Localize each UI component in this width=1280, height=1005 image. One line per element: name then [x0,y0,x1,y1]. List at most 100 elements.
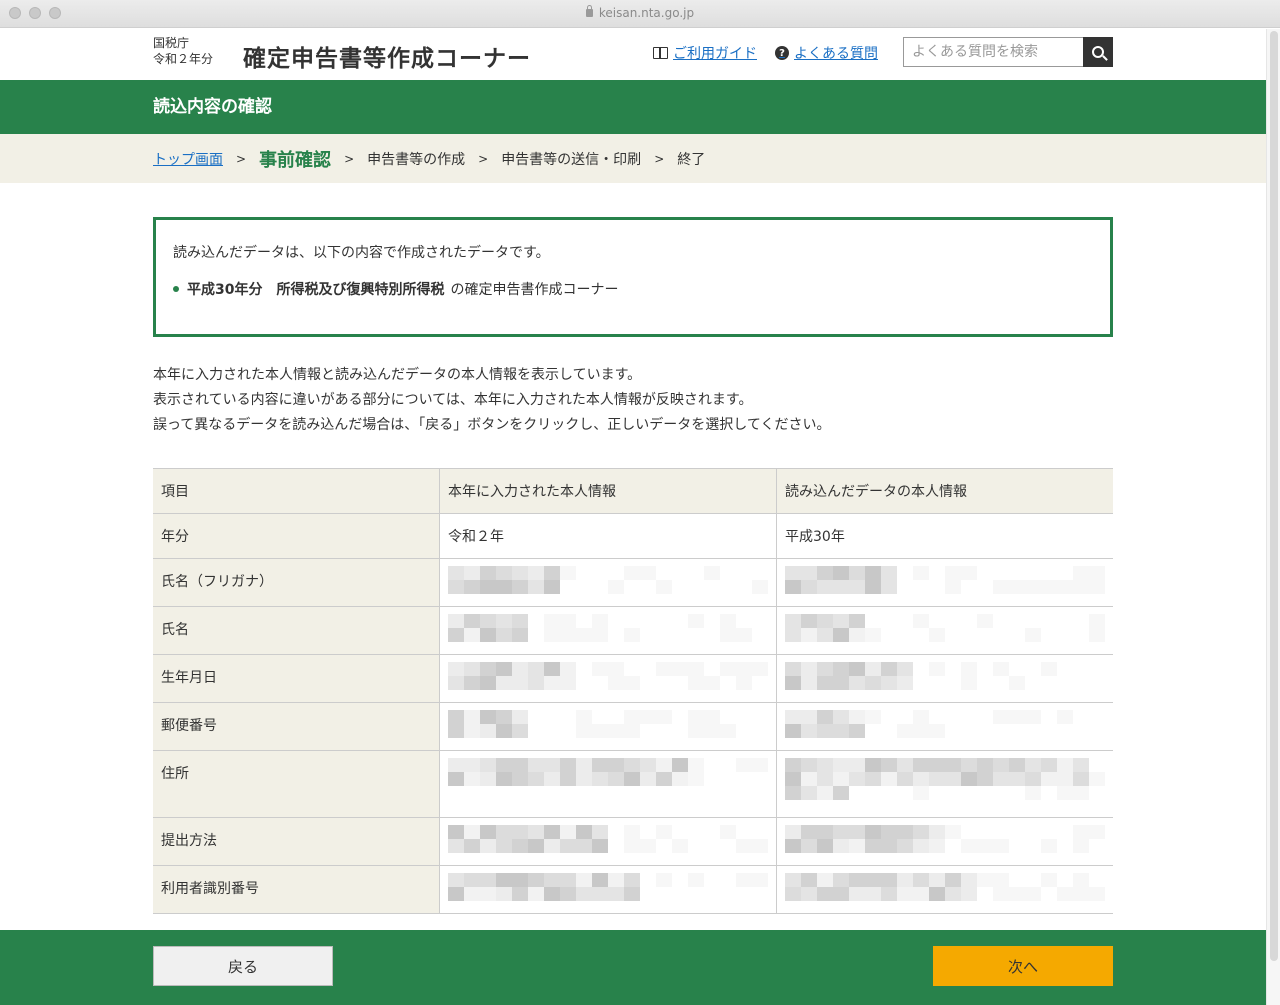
faq-link-label: よくある質問 [794,46,878,62]
page-title-band: 読込内容の確認 [0,80,1266,134]
description-line: 本年に入力された本人情報と読み込んだデータの本人情報を表示しています。 [153,367,642,383]
table-row: 提出方法 [153,817,1113,866]
guide-link-label: ご利用ガイド [673,46,757,62]
loaded-value-redacted [776,654,1113,703]
address-bar[interactable]: keisan.nta.go.jp [0,5,1280,20]
bullet-icon [173,286,179,292]
back-button-label: 戻る [227,957,258,976]
redacted-value [785,758,1105,800]
table-row: 住所 [153,750,1113,818]
page-viewport: 国税庁 令和２年分 確定申告書等作成コーナー ご利用ガイド ? よくある質問 よ… [0,29,1266,1005]
current-value-redacted [439,654,777,703]
row-label: 氏名（フリガナ） [153,558,440,607]
redacted-value [448,873,768,901]
breadcrumb-step-end: 終了 [677,151,706,168]
search-button[interactable] [1083,37,1113,67]
table-row: 氏名（フリガナ） [153,558,1113,607]
url-text: keisan.nta.go.jp [598,6,695,20]
current-value-redacted [439,702,777,751]
current-value-redacted [439,750,777,818]
row-label: 利用者識別番号 [153,865,440,914]
notice-intro: 読み込んだデータは、以下の内容で作成されたデータです。 [173,245,550,261]
chevron-right-icon: > [344,151,355,166]
notice-item-year: 平成30年分 所得税及び復興特別所得税 [187,282,445,298]
notice-item: 平成30年分 所得税及び復興特別所得税 の確定申告書作成コーナー [173,279,1093,299]
redacted-value [448,758,768,786]
table-row: 利用者識別番号 [153,865,1113,914]
loaded-data-notice: 読み込んだデータは、以下の内容で作成されたデータです。 平成30年分 所得税及び… [153,217,1113,337]
tax-year: 令和２年分 [153,52,214,66]
loaded-value-redacted [776,558,1113,607]
next-button[interactable]: 次へ [933,946,1113,986]
description-line: 誤って異なるデータを読み込んだ場合は、「戻る」ボタンをクリックし、正しいデータを… [153,417,831,433]
current-value-redacted [439,817,777,866]
table-row: 生年月日 [153,654,1113,703]
faq-link[interactable]: ? よくある質問 [775,43,878,63]
loaded-value-redacted [776,750,1113,818]
column-header-loaded: 読み込んだデータの本人情報 [776,468,1113,514]
table-row: 年分 令和２年 平成30年 [153,513,1113,559]
row-label: 提出方法 [153,817,440,866]
breadcrumb-step-create: 申告書等の作成 [367,151,466,168]
question-icon: ? [775,46,789,60]
current-value-redacted [439,558,777,607]
redacted-value [448,825,768,853]
redacted-value [448,566,768,594]
footer-bar: 戻る 次へ [0,930,1266,1005]
site-header: 国税庁 令和２年分 確定申告書等作成コーナー ご利用ガイド ? よくある質問 [0,29,1266,80]
redacted-value [448,614,768,642]
book-icon [653,47,668,59]
loaded-value-redacted [776,702,1113,751]
column-header-item: 項目 [153,468,440,514]
loaded-value: 平成30年 [776,513,1113,559]
redacted-value [448,710,768,738]
redacted-value [785,710,1105,738]
description: 本年に入力された本人情報と読み込んだデータの本人情報を表示しています。 表示され… [153,363,1113,438]
redacted-value [448,662,768,690]
redacted-value [785,566,1105,594]
agency-name: 国税庁 [153,36,190,50]
loaded-value-redacted [776,817,1113,866]
page-title: 読込内容の確認 [153,97,272,117]
vertical-scrollbar[interactable] [1266,29,1280,1005]
row-label: 郵便番号 [153,702,440,751]
loaded-value-redacted [776,606,1113,655]
browser-titlebar: keisan.nta.go.jp [0,0,1280,28]
breadcrumb-step-send: 申告書等の送信・印刷 [501,151,642,168]
lock-icon [585,5,593,17]
redacted-value [785,614,1105,642]
current-value: 令和２年 [439,513,777,559]
table-row: 郵便番号 [153,702,1113,751]
redacted-value [785,662,1105,690]
table-header-row: 項目 本年に入力された本人情報 読み込んだデータの本人情報 [153,468,1113,514]
column-header-current: 本年に入力された本人情報 [439,468,777,514]
notice-item-rest: の確定申告書作成コーナー [450,282,619,298]
loaded-value-redacted [776,865,1113,914]
row-label: 生年月日 [153,654,440,703]
redacted-value [785,825,1105,853]
redacted-value [785,873,1105,901]
search-icon [1092,46,1104,58]
guide-link[interactable]: ご利用ガイド [653,43,757,63]
chevron-right-icon: > [478,151,489,166]
chevron-right-icon: > [236,151,247,166]
breadcrumb: トップ画面 > 事前確認 > 申告書等の作成 > 申告書等の送信・印刷 > 終了 [0,134,1266,183]
row-label: 氏名 [153,606,440,655]
row-label: 年分 [153,513,440,559]
comparison-table: 項目 本年に入力された本人情報 読み込んだデータの本人情報 年分 令和２年 平成… [153,468,1113,914]
table-row: 氏名 [153,606,1113,655]
description-line: 表示されている内容に違いがある部分については、本年に入力された本人情報が反映され… [153,392,753,408]
back-button[interactable]: 戻る [153,946,333,986]
scrollbar-thumb[interactable] [1270,31,1278,961]
chevron-right-icon: > [654,151,665,166]
row-label: 住所 [153,750,440,818]
current-value-redacted [439,865,777,914]
next-button-label: 次へ [1007,957,1038,976]
breadcrumb-top-link[interactable]: トップ画面 [153,149,223,169]
agency-label: 国税庁 令和２年分 [153,35,213,67]
search-input[interactable] [903,37,1083,67]
header-links: ご利用ガイド ? よくある質問 [653,43,878,63]
breadcrumb-current: 事前確認 [259,149,332,171]
current-value-redacted [439,606,777,655]
faq-search [903,37,1113,67]
